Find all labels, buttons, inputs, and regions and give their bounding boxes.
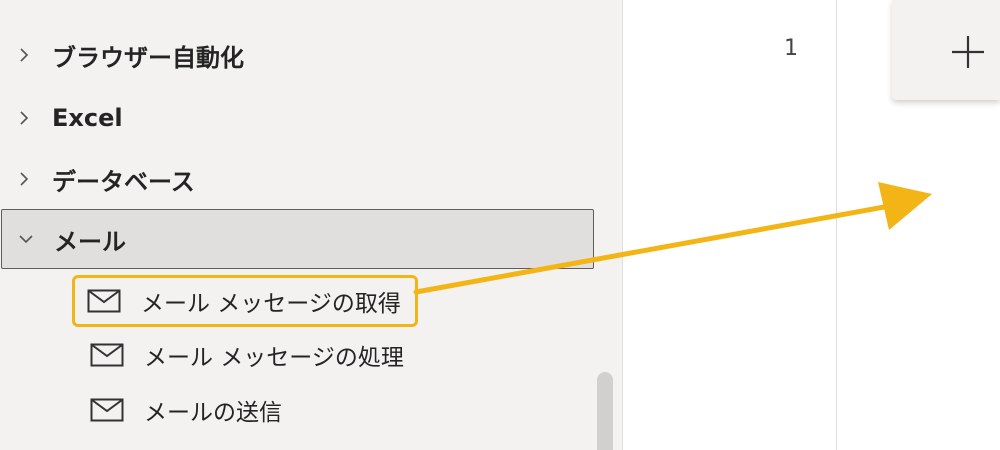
mail-icon bbox=[87, 289, 121, 313]
chevron-down-icon bbox=[16, 229, 36, 249]
mail-icon bbox=[90, 343, 124, 367]
action-label: メール メッセージの取得 bbox=[141, 291, 401, 317]
tree-item-browser-automation[interactable]: ブラウザー自動化 bbox=[0, 25, 600, 85]
actions-panel: ブラウザー自動化 Excel データベース メール メール メッセージの取得 メ… bbox=[0, 0, 623, 450]
chevron-right-icon bbox=[14, 108, 34, 128]
mail-icon bbox=[90, 398, 124, 422]
chevron-right-icon bbox=[14, 169, 34, 189]
action-label: メール メッセージの処理 bbox=[144, 345, 404, 371]
action-get-email-messages[interactable]: メール メッセージの取得 bbox=[72, 275, 418, 327]
line-number-gutter: 1 bbox=[623, 0, 837, 450]
tree-item-label: ブラウザー自動化 bbox=[52, 43, 244, 72]
tree-item-label: データベース bbox=[52, 167, 195, 196]
tree-item-label: Excel bbox=[52, 104, 123, 132]
plus-icon bbox=[952, 36, 984, 68]
add-action-button[interactable] bbox=[892, 0, 1000, 100]
line-number: 1 bbox=[784, 36, 798, 61]
action-process-email-messages[interactable]: メール メッセージの処理 bbox=[78, 331, 404, 379]
tree-item-excel[interactable]: Excel bbox=[0, 88, 600, 148]
action-label: メールの送信 bbox=[144, 400, 282, 426]
chevron-right-icon bbox=[14, 45, 34, 65]
scrollbar-thumb[interactable] bbox=[597, 372, 613, 450]
tree-item-database[interactable]: データベース bbox=[0, 149, 600, 209]
tree-item-mail[interactable]: メール bbox=[1, 209, 594, 269]
tree-item-label: メール bbox=[54, 227, 126, 256]
action-send-email[interactable]: メールの送信 bbox=[78, 386, 282, 434]
